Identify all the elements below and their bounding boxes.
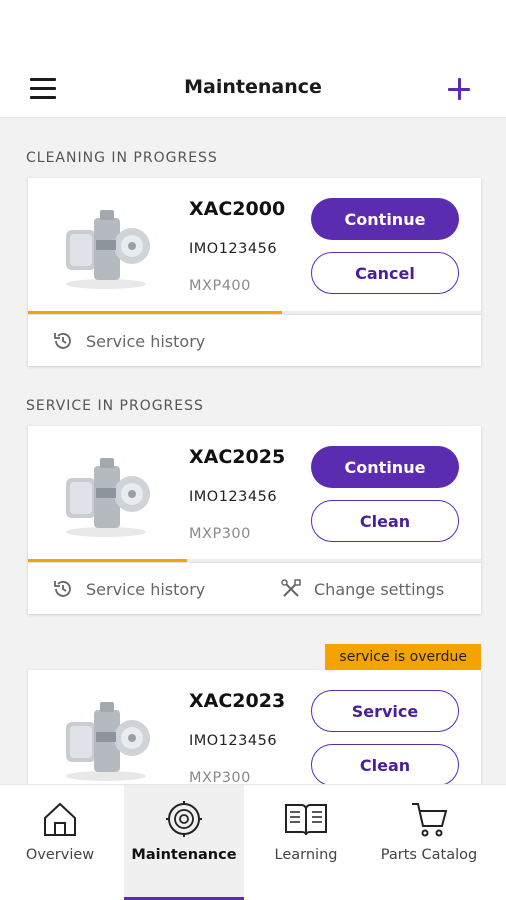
cancel-button[interactable]: Cancel: [311, 252, 459, 294]
separator-image: [66, 702, 150, 781]
tab-maintenance[interactable]: Maintenance: [124, 785, 244, 900]
history-icon: [54, 333, 71, 349]
history-icon: [54, 581, 71, 597]
continue-button[interactable]: Continue: [311, 446, 459, 488]
add-icon[interactable]: [446, 76, 472, 102]
bottom-tab-bar: Overview Maintenance Learning Parts Cata…: [0, 784, 506, 900]
tab-learning[interactable]: Learning: [246, 785, 366, 900]
overdue-badge: service is overdue: [325, 644, 481, 670]
imo-number: IMO123456: [189, 733, 278, 749]
serial-number: XAC2000: [189, 198, 286, 220]
tab-label: Overview: [25, 847, 95, 863]
section-label-cleaning: CLEANING IN PROGRESS: [26, 150, 218, 166]
separator-image: [66, 210, 150, 289]
clean-button[interactable]: Clean: [311, 500, 459, 542]
clean-button[interactable]: Clean: [311, 744, 459, 786]
service-button[interactable]: Service: [311, 690, 459, 732]
tab-parts-catalog[interactable]: Parts Catalog: [370, 785, 488, 900]
continue-button[interactable]: Continue: [311, 198, 459, 240]
service-history-link[interactable]: Service history: [52, 330, 205, 352]
machine-card: service is overdue XAC2023 IMO123456 MXP…: [28, 644, 481, 800]
serial-number: XAC2023: [189, 690, 286, 712]
separator-icon: [166, 801, 202, 837]
tab-label: Learning: [274, 847, 338, 863]
change-settings-label: Change settings: [314, 579, 445, 599]
machine-card: XAC2025 IMO123456 MXP300 Continue Clean …: [28, 426, 481, 614]
serial-number: XAC2025: [189, 446, 286, 468]
model-name: MXP300: [189, 526, 251, 542]
tools-icon: [281, 579, 301, 597]
status-bar: [0, 0, 506, 62]
imo-number: IMO123456: [189, 241, 278, 257]
change-settings-link[interactable]: Change settings: [280, 578, 444, 600]
imo-number: IMO123456: [189, 489, 278, 505]
page-title: Maintenance: [184, 76, 322, 98]
service-history-label: Service history: [86, 579, 206, 599]
app-header: Maintenance: [0, 62, 506, 118]
model-name: MXP400: [189, 278, 251, 294]
tab-label: Maintenance: [131, 847, 237, 863]
separator-image: [66, 458, 150, 537]
book-icon: [285, 804, 327, 836]
tab-label: Parts Catalog: [380, 847, 478, 863]
service-history-link[interactable]: Service history: [52, 578, 205, 600]
cart-icon: [412, 803, 448, 837]
tab-overview[interactable]: Overview: [0, 785, 120, 900]
service-history-label: Service history: [86, 331, 206, 351]
machine-card: XAC2000 IMO123456 MXP400 Continue Cancel…: [28, 178, 481, 366]
section-label-service: SERVICE IN PROGRESS: [26, 398, 204, 414]
home-icon: [44, 802, 76, 836]
